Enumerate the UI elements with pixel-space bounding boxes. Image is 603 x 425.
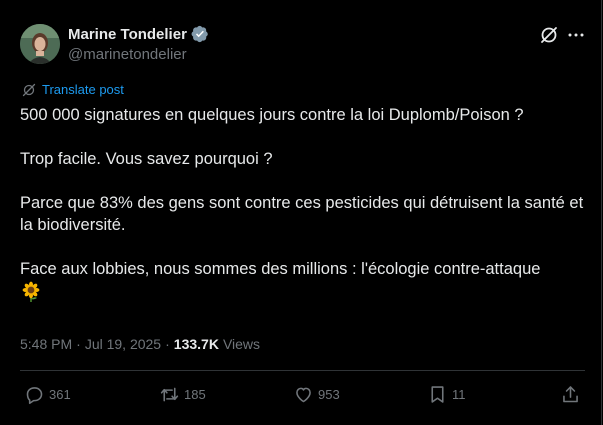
tweet-text: 500 000 signatures en quelques jours con… (20, 104, 585, 303)
meta-separator: · (165, 336, 170, 352)
divider (20, 370, 585, 371)
tweet-meta: 5:48 PM · Jul 19, 2025 · 133.7K Views (20, 336, 260, 352)
repost-count: 185 (184, 387, 206, 402)
reply-count: 361 (49, 387, 71, 402)
translate-post-link[interactable]: Translate post (22, 82, 124, 97)
bookmark-count: 11 (452, 387, 466, 402)
like-count: 953 (318, 387, 340, 402)
grok-icon[interactable] (538, 24, 560, 46)
repost-button[interactable]: 185 (159, 384, 206, 405)
tweet-paragraph: Parce que 83% des gens sont contre ces p… (20, 194, 588, 234)
tweet-paragraph: Trop facile. Vous savez pourquoi ? (20, 150, 273, 168)
views-label: Views (222, 336, 261, 352)
views-count[interactable]: 133.7K (174, 336, 219, 352)
tweet-date[interactable]: Jul 19, 2025 (85, 336, 161, 352)
bookmark-button[interactable]: 11 (427, 384, 466, 405)
tweet-paragraph: Face aux lobbies, nous sommes des millio… (20, 260, 541, 278)
reply-icon (26, 387, 43, 405)
reply-button[interactable]: 361 (24, 384, 71, 405)
meta-separator: · (76, 336, 81, 352)
like-icon (296, 387, 311, 403)
action-bar: 361 185 953 11 (20, 384, 585, 410)
author-handle[interactable]: @marinetondelier (68, 46, 187, 63)
share-button[interactable] (560, 384, 581, 405)
bookmark-icon (431, 386, 444, 403)
translate-post-label[interactable]: Translate post (42, 82, 124, 97)
like-button[interactable]: 953 (293, 384, 340, 405)
author-name-row: Marine Tondelier (68, 25, 209, 43)
avatar[interactable] (20, 24, 60, 64)
more-icon[interactable] (565, 24, 587, 46)
repost-icon (160, 387, 179, 402)
share-icon (563, 386, 578, 403)
verified-badge-icon[interactable] (191, 25, 209, 43)
tweet-time[interactable]: 5:48 PM (20, 336, 72, 352)
sunflower-emoji-icon (20, 281, 42, 303)
tweet-card: Marine Tondelier @marinetondelier Transl… (0, 0, 602, 425)
author-display-name[interactable]: Marine Tondelier (68, 26, 187, 43)
translate-icon (22, 83, 36, 96)
tweet-paragraph: 500 000 signatures en quelques jours con… (20, 106, 524, 124)
